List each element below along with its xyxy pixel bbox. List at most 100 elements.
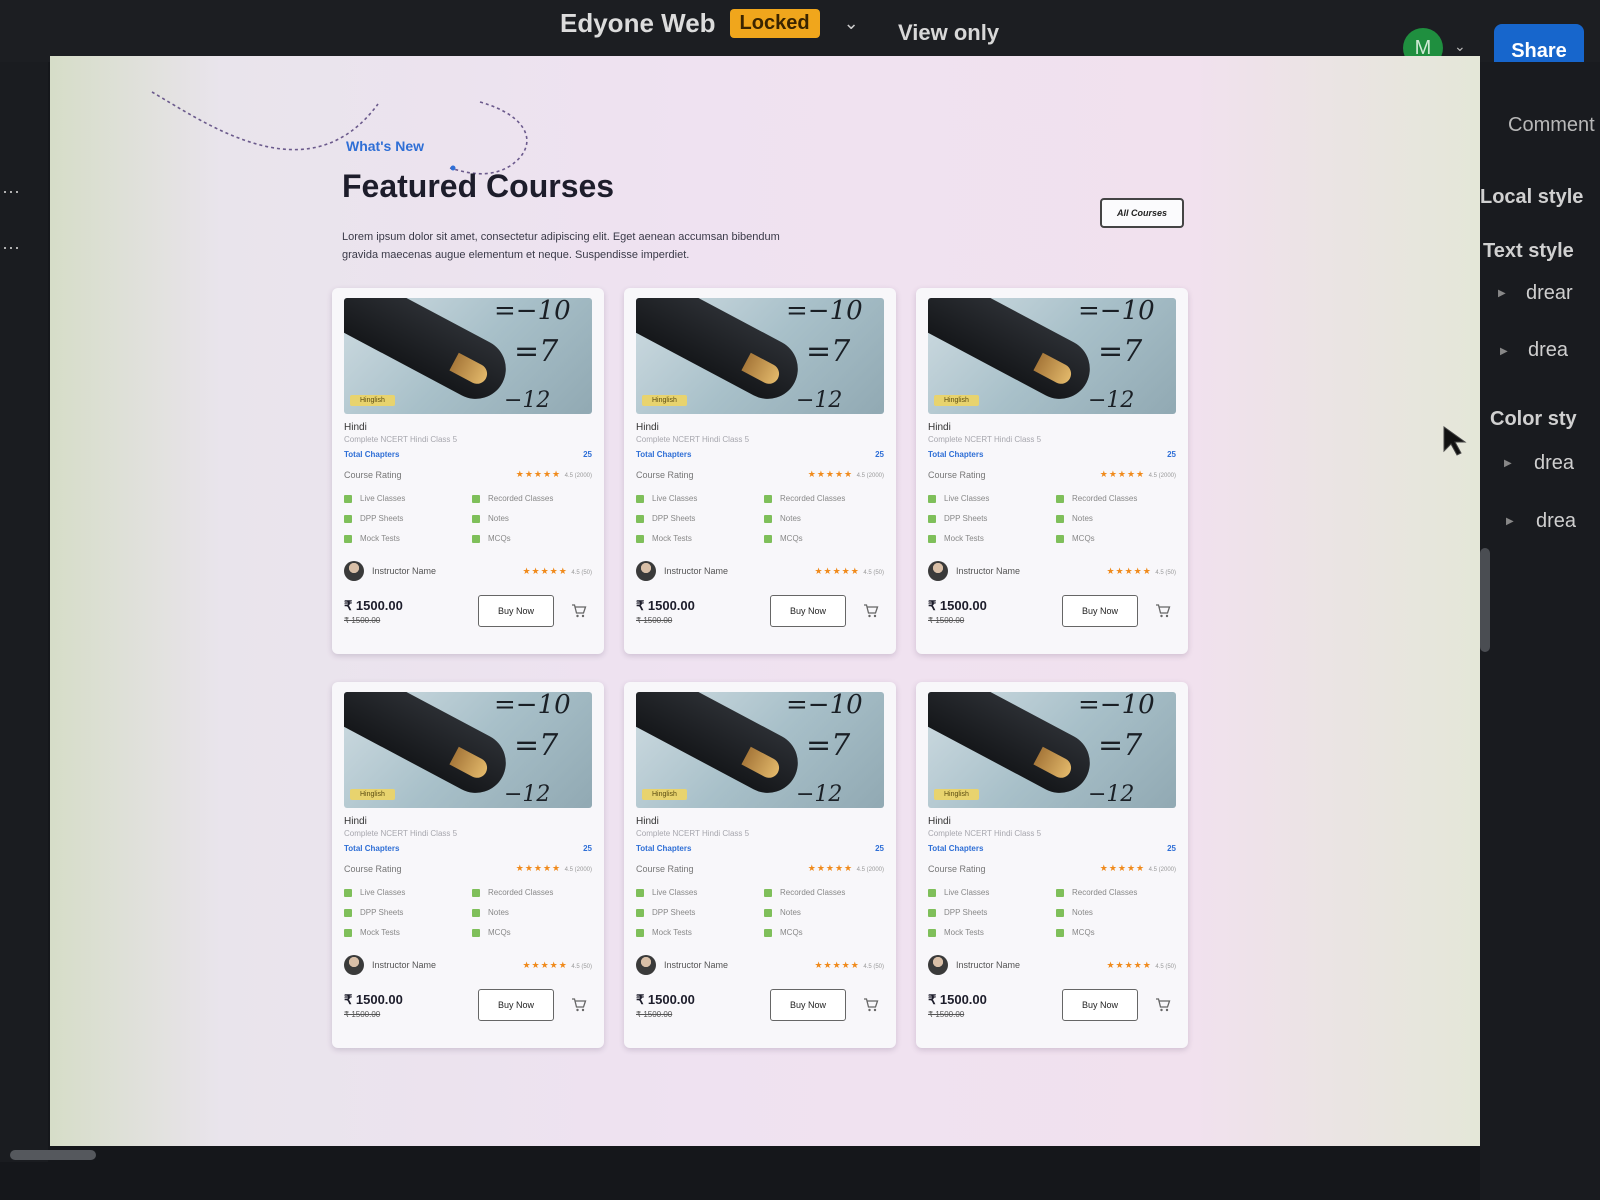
checkbox-icon (472, 928, 480, 937)
cart-icon[interactable] (1150, 598, 1176, 624)
instructor-row: Instructor Name ★★★★★ 4.5 (50) (636, 955, 884, 975)
course-card[interactable]: =−10 =7 −12 Hinglish Hindi Complete NCER… (332, 682, 604, 1048)
more-dots-icon[interactable]: ⋯ (2, 238, 21, 259)
formula-glyph: =7 (806, 334, 851, 369)
cart-icon[interactable] (858, 598, 884, 624)
instructor-info: Instructor Name (928, 561, 1020, 581)
instructor-stars: ★★★★★ 4.5 (50) (522, 960, 592, 971)
star-icons: ★★★★★ (807, 863, 854, 873)
text-style-item[interactable]: drea (1528, 339, 1568, 362)
card-actions: Buy Now (1062, 989, 1176, 1021)
pen-image (928, 298, 1101, 410)
horizontal-scrollbar[interactable] (10, 1150, 96, 1160)
course-card[interactable]: =−10 =7 −12 Hinglish Hindi Complete NCER… (332, 288, 604, 654)
file-title[interactable]: Edyone Web (560, 8, 716, 39)
course-card[interactable]: =−10 =7 −12 Hinglish Hindi Complete NCER… (916, 682, 1188, 1048)
course-card[interactable]: =−10 =7 −12 Hinglish Hindi Complete NCER… (624, 288, 896, 654)
price-block: ₹ 1500.00 ₹ 1500.00 (344, 992, 403, 1019)
price-block: ₹ 1500.00 ₹ 1500.00 (928, 598, 987, 625)
instructor-info: Instructor Name (344, 955, 436, 975)
rating-row: Course Rating ★★★★★ 4.5 (2000) (344, 469, 592, 480)
feature-item: Notes (1056, 514, 1166, 523)
card-actions: Buy Now (770, 595, 884, 627)
chapters-count: 25 (583, 450, 592, 459)
more-dots-icon[interactable]: ⋯ (2, 182, 21, 203)
price: ₹ 1500.00 (344, 991, 403, 1007)
rating-row: Course Rating ★★★★★ 4.5 (2000) (636, 863, 884, 874)
course-card[interactable]: =−10 =7 −12 Hinglish Hindi Complete NCER… (916, 288, 1188, 654)
all-courses-button[interactable]: All Courses (1100, 198, 1184, 228)
cart-icon[interactable] (566, 598, 592, 624)
color-style-item[interactable]: drea (1536, 510, 1576, 533)
feature-item: MCQs (1056, 928, 1166, 937)
feature-label: Mock Tests (652, 534, 692, 543)
text-style-item[interactable]: drear (1526, 282, 1573, 305)
expand-arrow-icon[interactable]: ▶ (1500, 346, 1508, 357)
buy-now-button[interactable]: Buy Now (770, 989, 846, 1021)
buy-now-button[interactable]: Buy Now (770, 595, 846, 627)
chevron-down-icon[interactable]: ⌄ (1454, 38, 1466, 55)
section-description: Lorem ipsum dolor sit amet, consectetur … (342, 231, 780, 261)
checkbox-icon (1056, 534, 1064, 543)
checkbox-icon (472, 534, 480, 543)
instructor-info: Instructor Name (636, 561, 728, 581)
instructor-rating: 4.5 (50) (863, 963, 884, 970)
price: ₹ 1500.00 (928, 991, 987, 1007)
star-icons: ★★★★★ (1099, 469, 1146, 479)
formula-glyph: −12 (1088, 782, 1135, 807)
checkbox-icon (472, 494, 480, 503)
language-tag: Hinglish (350, 395, 395, 406)
cart-icon[interactable] (1150, 992, 1176, 1018)
course-thumbnail: =−10 =7 −12 Hinglish (636, 692, 884, 808)
color-style-item[interactable]: drea (1534, 452, 1574, 475)
star-icons: ★★★★★ (1106, 959, 1152, 970)
checkbox-icon (928, 928, 936, 937)
checkbox-icon (928, 908, 936, 917)
feature-label: Recorded Classes (1072, 494, 1138, 503)
rating-label: Course Rating (344, 469, 402, 480)
feature-label: Notes (1072, 514, 1093, 523)
feature-label: Notes (488, 908, 509, 917)
vertical-scrollbar[interactable] (1480, 548, 1490, 652)
instructor-name: Instructor Name (372, 566, 437, 576)
expand-arrow-icon[interactable]: ▶ (1504, 458, 1512, 469)
chevron-down-icon[interactable]: ⌄ (844, 13, 859, 34)
feature-item: Recorded Classes (764, 888, 874, 897)
checkbox-icon (636, 888, 644, 897)
buy-now-button[interactable]: Buy Now (478, 595, 554, 627)
cart-icon[interactable] (858, 992, 884, 1018)
card-actions: Buy Now (1062, 595, 1176, 627)
rating-stars: ★★★★★ 4.5 (2000) (808, 469, 884, 480)
formula-glyph: =−10 (1078, 298, 1155, 326)
rating-label: Course Rating (344, 863, 402, 874)
price-row: ₹ 1500.00 ₹ 1500.00 Buy Now (636, 595, 884, 627)
price-block: ₹ 1500.00 ₹ 1500.00 (928, 992, 987, 1019)
buy-now-button[interactable]: Buy Now (1062, 595, 1138, 627)
comment-tab[interactable]: Comment (1508, 114, 1595, 137)
card-actions: Buy Now (770, 989, 884, 1021)
feature-label: MCQs (780, 928, 803, 937)
cart-icon[interactable] (566, 992, 592, 1018)
instructor-row: Instructor Name ★★★★★ 4.5 (50) (344, 561, 592, 581)
right-panel: Comment Local style Text style ▶ drear ▶… (1480, 62, 1600, 1200)
old-price: ₹ 1500.00 (344, 1009, 381, 1019)
feature-label: Mock Tests (944, 928, 984, 937)
chapters-count: 25 (1167, 450, 1176, 459)
chapters-count: 25 (875, 450, 884, 459)
course-card[interactable]: =−10 =7 −12 Hinglish Hindi Complete NCER… (624, 682, 896, 1048)
instructor-avatar (928, 955, 948, 975)
rating-stars: ★★★★★ 4.5 (2000) (808, 863, 884, 874)
feature-item: DPP Sheets (636, 908, 764, 917)
cursor-arrow-icon (1443, 426, 1467, 456)
design-canvas[interactable]: What's New Featured Courses Lorem ipsum … (50, 56, 1480, 1146)
buy-now-button[interactable]: Buy Now (478, 989, 554, 1021)
feature-list: Live Classes Recorded Classes DPP Sheets No… (636, 494, 884, 543)
formula-glyph: =−10 (1078, 692, 1155, 720)
feature-item: Live Classes (344, 888, 472, 897)
card-actions: Buy Now (478, 595, 592, 627)
buy-now-button[interactable]: Buy Now (1062, 989, 1138, 1021)
checkbox-icon (344, 514, 352, 523)
expand-arrow-icon[interactable]: ▶ (1498, 288, 1506, 299)
feature-item: Notes (472, 514, 582, 523)
expand-arrow-icon[interactable]: ▶ (1506, 516, 1514, 527)
